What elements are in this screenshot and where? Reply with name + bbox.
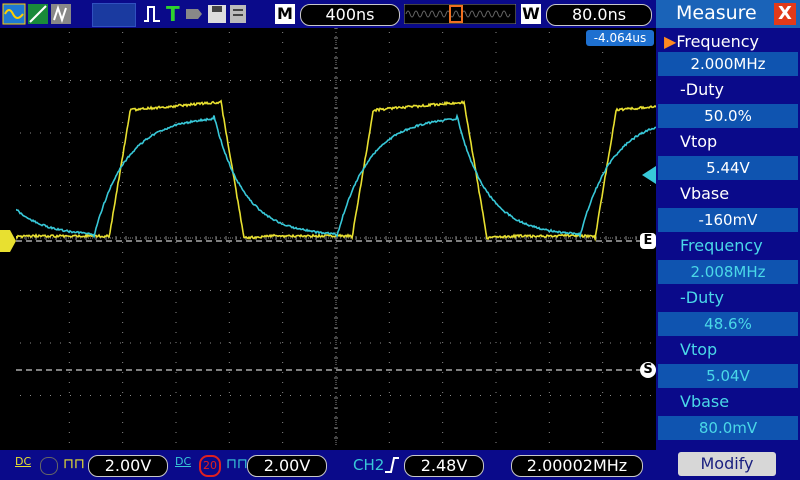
ch2-scale-readout[interactable]: 2.00V <box>247 455 327 477</box>
measure-value-duty-ch2[interactable]: 48.6% <box>658 312 798 336</box>
measure-label-frequency-ch1: ▶Frequency <box>664 30 800 54</box>
top-toolbar: T M 400ns W 80.0ns <box>0 0 656 28</box>
memory-position-bar[interactable] <box>404 4 516 24</box>
measure-value-vbase-ch1[interactable]: -160mV <box>658 208 798 232</box>
acquire-mode-icons[interactable] <box>2 3 90 25</box>
measure-label-duty-ch2: -Duty <box>680 286 800 310</box>
selected-arrow-icon: ▶ <box>664 32 676 51</box>
measure-label-vbase-ch1: Vbase <box>680 182 800 206</box>
timebase-readout[interactable]: 400ns <box>300 4 400 26</box>
close-button[interactable]: X <box>774 3 796 25</box>
measure-value-duty-ch1[interactable]: 50.0% <box>658 104 798 128</box>
main-timebase-indicator: M <box>275 4 295 24</box>
measure-label-duty-ch1: -Duty <box>680 78 800 102</box>
measure-title: Measure <box>676 2 757 24</box>
measure-panel-header: Measure X <box>656 0 800 28</box>
waveform-display[interactable]: E S -4.064us <box>16 28 656 448</box>
measure-value-frequency-ch1[interactable]: 2.000MHz <box>658 52 798 76</box>
ch2-probe-icon: ⊓⊓ <box>226 456 248 472</box>
trigger-marker-e[interactable]: E <box>640 233 656 249</box>
measure-label-vtop-ch1: Vtop <box>680 130 800 154</box>
measure-value-vbase-ch2[interactable]: 80.0mV <box>658 416 798 440</box>
measure-label-frequency-ch2: Frequency <box>680 234 800 258</box>
measure-panel: Measure X ▶Frequency 2.000MHz -Duty 50.0… <box>656 0 800 480</box>
measure-label-vtop-ch2: Vtop <box>680 338 800 362</box>
run-status-icons: T <box>142 3 262 25</box>
channel-2-trigger-arrow-icon[interactable] <box>642 166 656 184</box>
trigger-source-label: CH2 <box>353 456 384 474</box>
measure-label-vbase-ch2: Vbase <box>680 390 800 414</box>
trigger-marker-s[interactable]: S <box>640 362 656 378</box>
ch1-probe-icon: ⊓⊓ <box>63 456 85 472</box>
ch1-coupling-label: DC <box>15 457 31 467</box>
ch2-bw-limit-badge: 20 <box>199 455 221 477</box>
bottom-status-bar: DC ⊓⊓ 2.00V DC 20 ⊓⊓ 2.00V CH2 2.48V 2.0… <box>0 450 656 480</box>
trigger-delay-readout[interactable]: 80.0ns <box>546 4 652 26</box>
measure-value-frequency-ch2[interactable]: 2.008MHz <box>658 260 798 284</box>
frequency-counter-readout: 2.00002MHz <box>511 455 643 477</box>
cursor-time-readout: -4.064us <box>586 30 654 46</box>
ch1-scale-readout[interactable]: 2.00V <box>88 455 168 477</box>
window-indicator: W <box>521 4 541 24</box>
measure-value-vtop-ch2[interactable]: 5.04V <box>658 364 798 388</box>
modify-button[interactable]: Modify <box>678 452 776 476</box>
channel-1-marker-icon[interactable] <box>0 230 16 252</box>
trigger-mode-letter: T <box>166 3 180 25</box>
measure-value-vtop-ch1[interactable]: 5.44V <box>658 156 798 180</box>
ch2-coupling-label: DC <box>175 457 191 467</box>
rising-edge-icon <box>384 456 400 474</box>
memory-depth-box[interactable] <box>92 3 136 27</box>
waveform-canvas <box>16 28 656 448</box>
ch1-bw-icon <box>40 457 58 475</box>
trigger-level-readout[interactable]: 2.48V <box>404 455 484 477</box>
